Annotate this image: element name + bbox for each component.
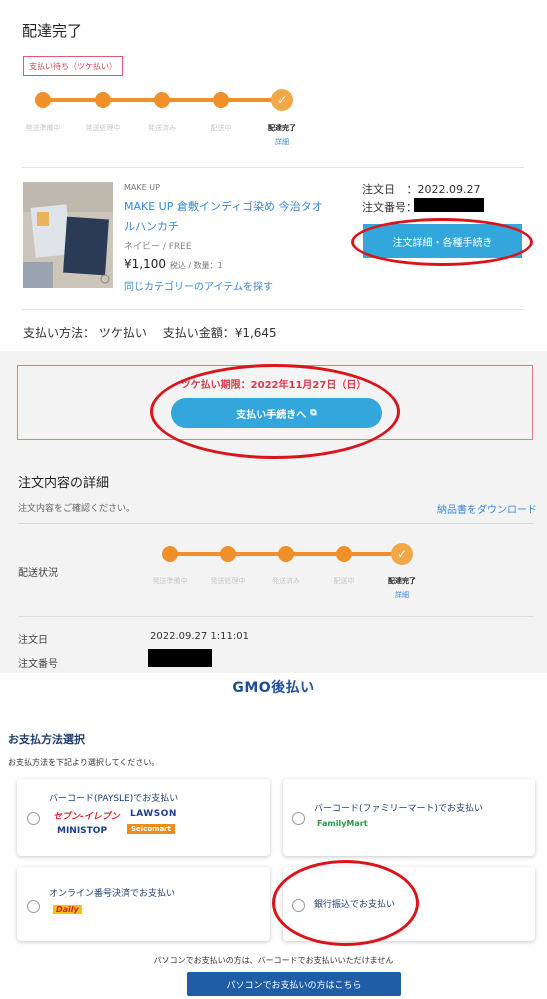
annotation-circle xyxy=(351,218,533,266)
order-date-label: 注文日 xyxy=(18,635,48,646)
progress-step-label: 発送準備中 xyxy=(25,124,61,132)
pc-note: パソコンでお支払いの方は、バーコードでお支払いいただけません xyxy=(153,956,394,965)
radio-button[interactable] xyxy=(292,812,305,825)
progress-step-label: 発送済み xyxy=(272,577,300,585)
invoice-download-link[interactable]: 納品書をダウンロード xyxy=(437,501,537,516)
lawson-logo: LAWSON xyxy=(130,809,177,819)
payment-option-familymart[interactable]: バーコード(ファミリーマート)でお支払い FamilyMart xyxy=(283,779,535,856)
progress-step-dot xyxy=(162,546,178,562)
progress-step-dot xyxy=(336,546,352,562)
order-date: 注文日 ：2022.09.27 xyxy=(362,181,480,197)
ministop-logo: MINISTOP xyxy=(57,826,108,836)
progress-step-label: 配送中 xyxy=(210,124,232,132)
section-heading: 注文内容の詳細 xyxy=(18,476,110,491)
gmo-logo: GMO後払い xyxy=(0,677,547,697)
payment-method-subtext: お支払方法を下記より選択してください。 xyxy=(8,758,160,767)
progress-step-label: 発送処理中 xyxy=(210,577,246,585)
payment-amount-label: 支払い金額： xyxy=(162,326,235,340)
product-name-link[interactable]: MAKE UP 倉敷インディゴ染め 今治タオルハンカチ xyxy=(124,197,329,237)
radio-button[interactable] xyxy=(27,900,40,913)
seven-eleven-logo: セブン-イレブン xyxy=(53,812,120,822)
progress-step-label: 配達完了 xyxy=(388,577,416,585)
progress-step-dot xyxy=(213,92,229,108)
progress-step-dot xyxy=(220,546,236,562)
progress-step-label: 発送済み xyxy=(148,124,176,132)
progress-step-dot xyxy=(35,92,51,108)
pc-payment-button[interactable]: パソコンでお支払いの方はこちら xyxy=(187,972,401,996)
detail-link[interactable]: 詳細 xyxy=(275,137,289,147)
payment-option-title: オンライン番号決済でお支払い xyxy=(49,889,176,899)
progress-step-dot xyxy=(154,92,170,108)
payment-option-title: バーコード(PAYSLE)でお支払い xyxy=(49,794,179,804)
familymart-logo: FamilyMart xyxy=(317,819,368,828)
page-title: 配達完了 xyxy=(22,22,83,40)
progress-step-label: 配送中 xyxy=(333,577,355,585)
section-subtext: 注文内容をご確認ください。 xyxy=(18,504,136,514)
shipping-status-label: 配送状況 xyxy=(18,568,58,579)
payment-option-online-number[interactable]: オンライン番号決済でお支払い Daily xyxy=(17,867,270,941)
check-icon: ✓ xyxy=(391,543,413,565)
seicomart-logo: Seicomart xyxy=(127,824,175,834)
status-badge: 支払い待ち（ツケ払い） xyxy=(23,56,123,76)
payment-method-value: ツケ払い xyxy=(98,326,147,340)
radio-button[interactable] xyxy=(27,812,40,825)
product-category: MAKE UP xyxy=(124,183,160,192)
payment-summary: 支払い方法： ツケ払い 支払い金額：¥1,645 xyxy=(23,324,277,341)
order-date-value: 2022.09.27 1:11:01 xyxy=(150,631,249,642)
order-number-label: 注文番号 xyxy=(18,659,58,670)
order-number: 注文番号： xyxy=(362,199,417,215)
daily-logo: Daily xyxy=(53,905,82,914)
order-date-label: 注文日 xyxy=(362,183,395,196)
redacted-order-number xyxy=(414,198,484,212)
payment-option-paysle[interactable]: バーコード(PAYSLE)でお支払い セブン-イレブン LAWSON MINIS… xyxy=(17,779,270,856)
redacted-order-number xyxy=(148,649,212,667)
detail-link[interactable]: 詳細 xyxy=(395,590,409,600)
payment-amount-value: ¥1,645 xyxy=(234,326,277,340)
progress-step-label: 配達完了 xyxy=(268,124,296,132)
annotation-circle xyxy=(150,364,400,459)
payment-option-title: バーコード(ファミリーマート)でお支払い xyxy=(314,804,484,814)
progress-step-dot xyxy=(278,546,294,562)
product-price: ¥1,100 税込 / 数量：1 xyxy=(124,257,223,271)
payment-method-heading: お支払方法選択 xyxy=(8,733,85,746)
product-variant: ネイビー / FREE xyxy=(124,242,192,252)
annotation-circle xyxy=(272,860,419,946)
same-category-link[interactable]: 同じカテゴリーのアイテムを探す xyxy=(124,278,273,293)
price-value: ¥1,100 xyxy=(124,257,166,271)
gmo-logo-text: 後払い xyxy=(271,680,315,696)
progress-step-label: 発送処理中 xyxy=(85,124,121,132)
order-number-label: 注文番号 xyxy=(362,201,406,214)
gmo-logo-brand: GMO xyxy=(232,680,272,696)
payment-method-label: 支払い方法： xyxy=(23,326,96,340)
progress-step-dot xyxy=(95,92,111,108)
tax-quantity: 税込 / 数量：1 xyxy=(169,261,223,270)
order-date-value: ：2022.09.27 xyxy=(406,183,481,196)
product-image[interactable] xyxy=(23,182,113,288)
progress-step-label: 発送準備中 xyxy=(152,577,188,585)
check-icon: ✓ xyxy=(271,89,293,111)
